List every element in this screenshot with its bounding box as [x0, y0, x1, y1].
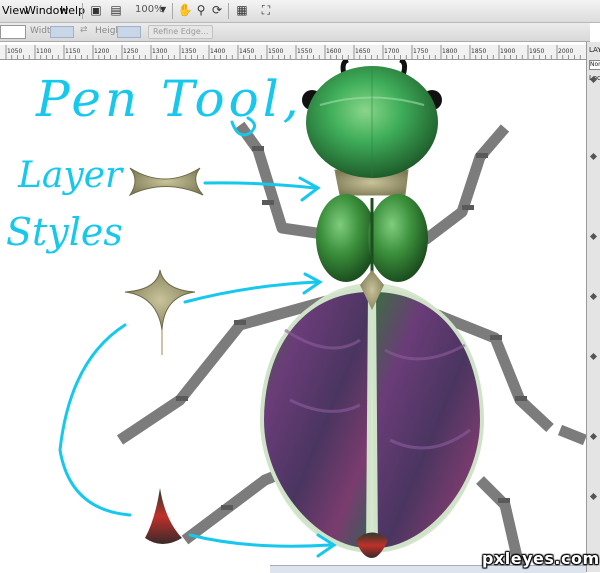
bridge-icon[interactable]: ▣	[88, 3, 104, 18]
arrange-documents-icon[interactable]: ▦	[234, 3, 250, 18]
ruler-label: 1450	[239, 48, 254, 55]
artwork	[58, 60, 586, 572]
ruler-label: 1850	[471, 48, 486, 55]
connector-piece	[128, 167, 204, 197]
panel-marker-icon	[589, 492, 598, 501]
beetle-thorax	[316, 169, 428, 310]
screen-mode-icon[interactable]: ⛶	[258, 3, 274, 18]
rotate-view-icon[interactable]: ⟳	[209, 3, 225, 18]
toolbar-separator	[228, 3, 229, 19]
ruler-label: 1950	[529, 48, 544, 55]
ruler-label: 1550	[297, 48, 312, 55]
view-extras-icon[interactable]: ▤	[108, 3, 124, 18]
beetle-head	[302, 66, 442, 178]
blend-mode-select[interactable]: Nor	[589, 60, 600, 70]
horizontal-ruler: 1050 1100 1150 1200 1250 1300 1350 1400 1450 1500…	[0, 45, 586, 60]
panel-marker-icon	[589, 232, 598, 241]
zoom-tool-icon[interactable]: ⚲	[193, 3, 209, 18]
annotation-styles: Styles	[6, 210, 123, 254]
width-field[interactable]	[50, 26, 74, 38]
ruler-label: 1150	[65, 48, 80, 55]
ruler-label: 1800	[442, 48, 457, 55]
ruler-label: 1750	[413, 48, 428, 55]
layers-panel: LAY Nor Lock	[586, 42, 600, 572]
refine-edge-button[interactable]: Refine Edge...	[148, 25, 214, 39]
ruler-label: 1200	[94, 48, 109, 55]
menu-bar: View Window Help ▣ ▤ 100% ▼ ✋ ⚲ ⟳ ▦ ⛶	[0, 0, 600, 23]
ruler-label: 1250	[123, 48, 138, 55]
hand-tool-icon[interactable]: ✋	[177, 3, 193, 18]
ruler-label: 2000	[558, 48, 573, 55]
ruler-label: 1400	[210, 48, 225, 55]
annotation-layer: Layer	[18, 155, 123, 196]
panel-marker-icon	[589, 352, 598, 361]
watermark: pxleyes.com	[482, 549, 600, 568]
ruler-ticks: 1050 1100 1150 1200 1250 1300 1350 1400 1450 1500…	[5, 45, 581, 59]
ruler-label: 1350	[181, 48, 196, 55]
toolbar-separator	[172, 3, 173, 19]
zoom-dropdown-icon[interactable]: ▼	[160, 5, 166, 14]
panel-marker-icon	[589, 292, 598, 301]
star-piece	[124, 269, 196, 355]
beetle-abdomen	[259, 283, 485, 558]
height-field[interactable]	[117, 26, 141, 38]
swap-icon[interactable]: ⇄	[80, 25, 88, 35]
panel-marker-icon	[589, 432, 598, 441]
document-canvas[interactable]: Pen Tool, Layer Styles	[0, 60, 586, 572]
options-bar: Width: ⇄ Height: Refine Edge...	[0, 23, 590, 42]
tip-piece	[145, 488, 182, 544]
ruler-label: 1700	[384, 48, 399, 55]
ruler-label: 1600	[326, 48, 341, 55]
ruler-label: 1100	[36, 48, 51, 55]
annotation-pen-tool: Pen Tool,	[36, 70, 303, 128]
panel-marker-icon	[589, 152, 598, 161]
ruler-label: 1050	[7, 48, 22, 55]
ruler-label: 1650	[355, 48, 370, 55]
layers-tab[interactable]: LAY	[589, 46, 600, 54]
ruler-label: 1300	[152, 48, 167, 55]
style-select[interactable]	[0, 25, 26, 39]
ruler-label: 1500	[268, 48, 283, 55]
toolbar-separator	[82, 3, 83, 19]
ruler-label: 1900	[500, 48, 515, 55]
